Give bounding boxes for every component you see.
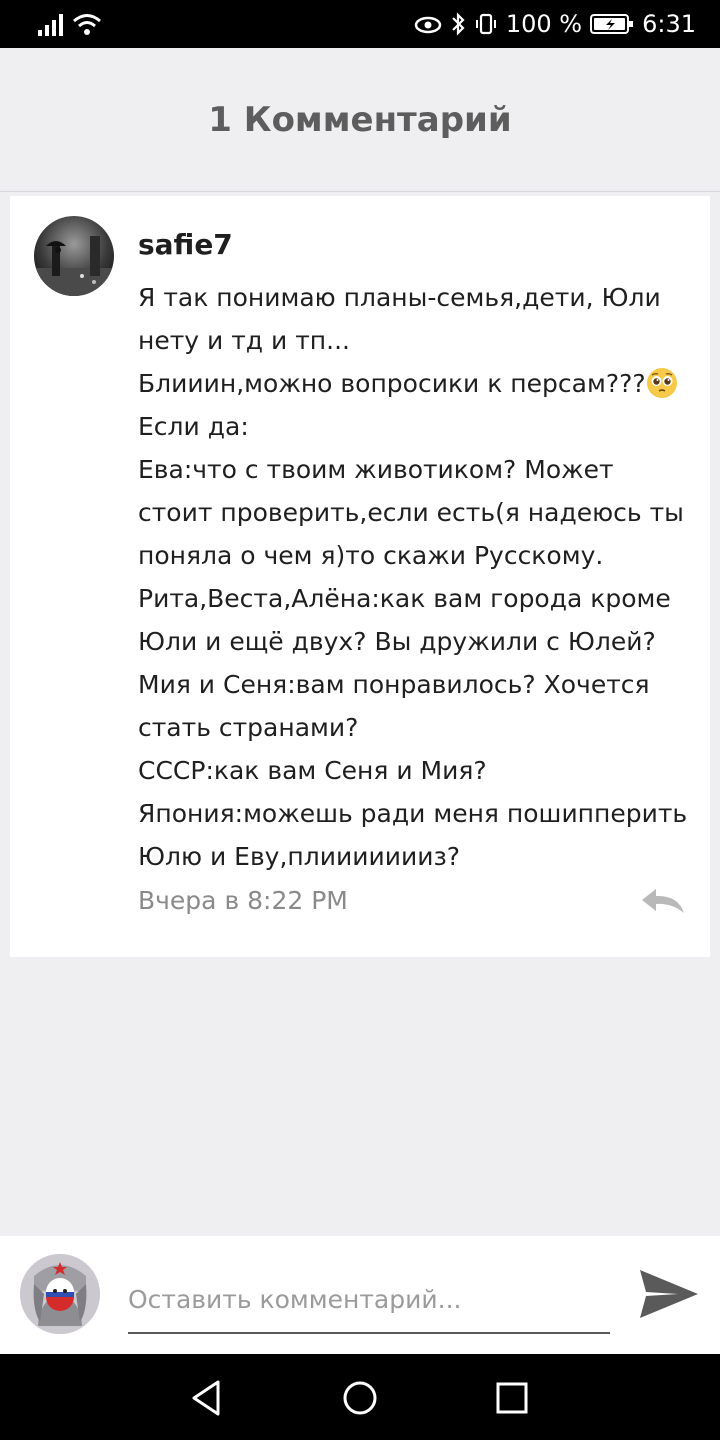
current-user-avatar[interactable] [20,1254,100,1334]
status-left [38,12,102,36]
navigation-bar [0,1354,720,1440]
battery-charging-icon [590,14,634,34]
comment-line: Юли и ещё двух? Вы дружили с Юлей? [138,627,656,656]
send-icon[interactable] [638,1266,700,1322]
wifi-icon [73,14,101,35]
comment-line: Я так понимаю планы-семья,дети, Юли [138,283,661,312]
comment-line: поняла о чем я)то скажи Русскому. [138,541,604,570]
comment-line: Ева:что с твоим животиком? Может [138,455,614,484]
recents-nav-icon[interactable] [488,1374,536,1422]
pleading-face-emoji-icon [646,368,677,398]
comment-line: нету и тд и тп... [138,326,350,355]
back-nav-icon[interactable] [182,1374,230,1422]
comment-input[interactable] [128,1266,610,1334]
comment-line: стоит проверить,если есть(я надеюсь ты [138,498,684,527]
clock: 6:31 [642,10,696,38]
bluetooth-icon [452,12,465,36]
home-nav-icon[interactable] [336,1374,384,1422]
comment-line: стать странами? [138,713,359,742]
status-right: 100 % 6:31 [414,0,696,48]
comment-line: СССР:как вам Сеня и Мия? [138,756,487,785]
avatar-image [20,1254,100,1334]
comment-line: Если да: [138,412,249,441]
avatar-image [34,216,114,296]
comment-body: Я так понимаю планы-семья,дети, Юли нету… [138,276,693,878]
vibrate-icon [475,13,496,35]
comment-line-text: Блииин,можно вопросики к персам??? [138,369,646,398]
comment-line: Мия и Сеня:вам понравилось? Хочется [138,670,650,699]
status-bar: 100 % 6:31 [0,0,720,48]
comment-line: Япония:можешь ради меня пошипперить [138,799,688,828]
page-title: 1 Комментарий [208,99,512,140]
comment-line-with-emoji: Блииин,можно вопросики к персам??? [138,362,693,405]
reply-icon[interactable] [640,887,686,917]
comment-line: Юлю и Еву,плиииииииз? [138,842,461,871]
eye-comfort-icon [414,16,442,34]
comment-author[interactable]: safie7 [138,228,233,261]
battery-percent: 100 % [505,10,583,38]
header: 1 Комментарий [0,48,720,192]
author-avatar[interactable] [34,216,114,296]
comment-card: safie7 Я так понимаю планы-семья,дети, Ю… [10,196,710,957]
comment-composer [0,1236,720,1354]
comment-timestamp: Вчера в 8:22 PM [138,886,348,915]
comment-line: Рита,Веста,Алёна:как вам города кроме [138,584,671,613]
signal-icon [38,14,63,36]
